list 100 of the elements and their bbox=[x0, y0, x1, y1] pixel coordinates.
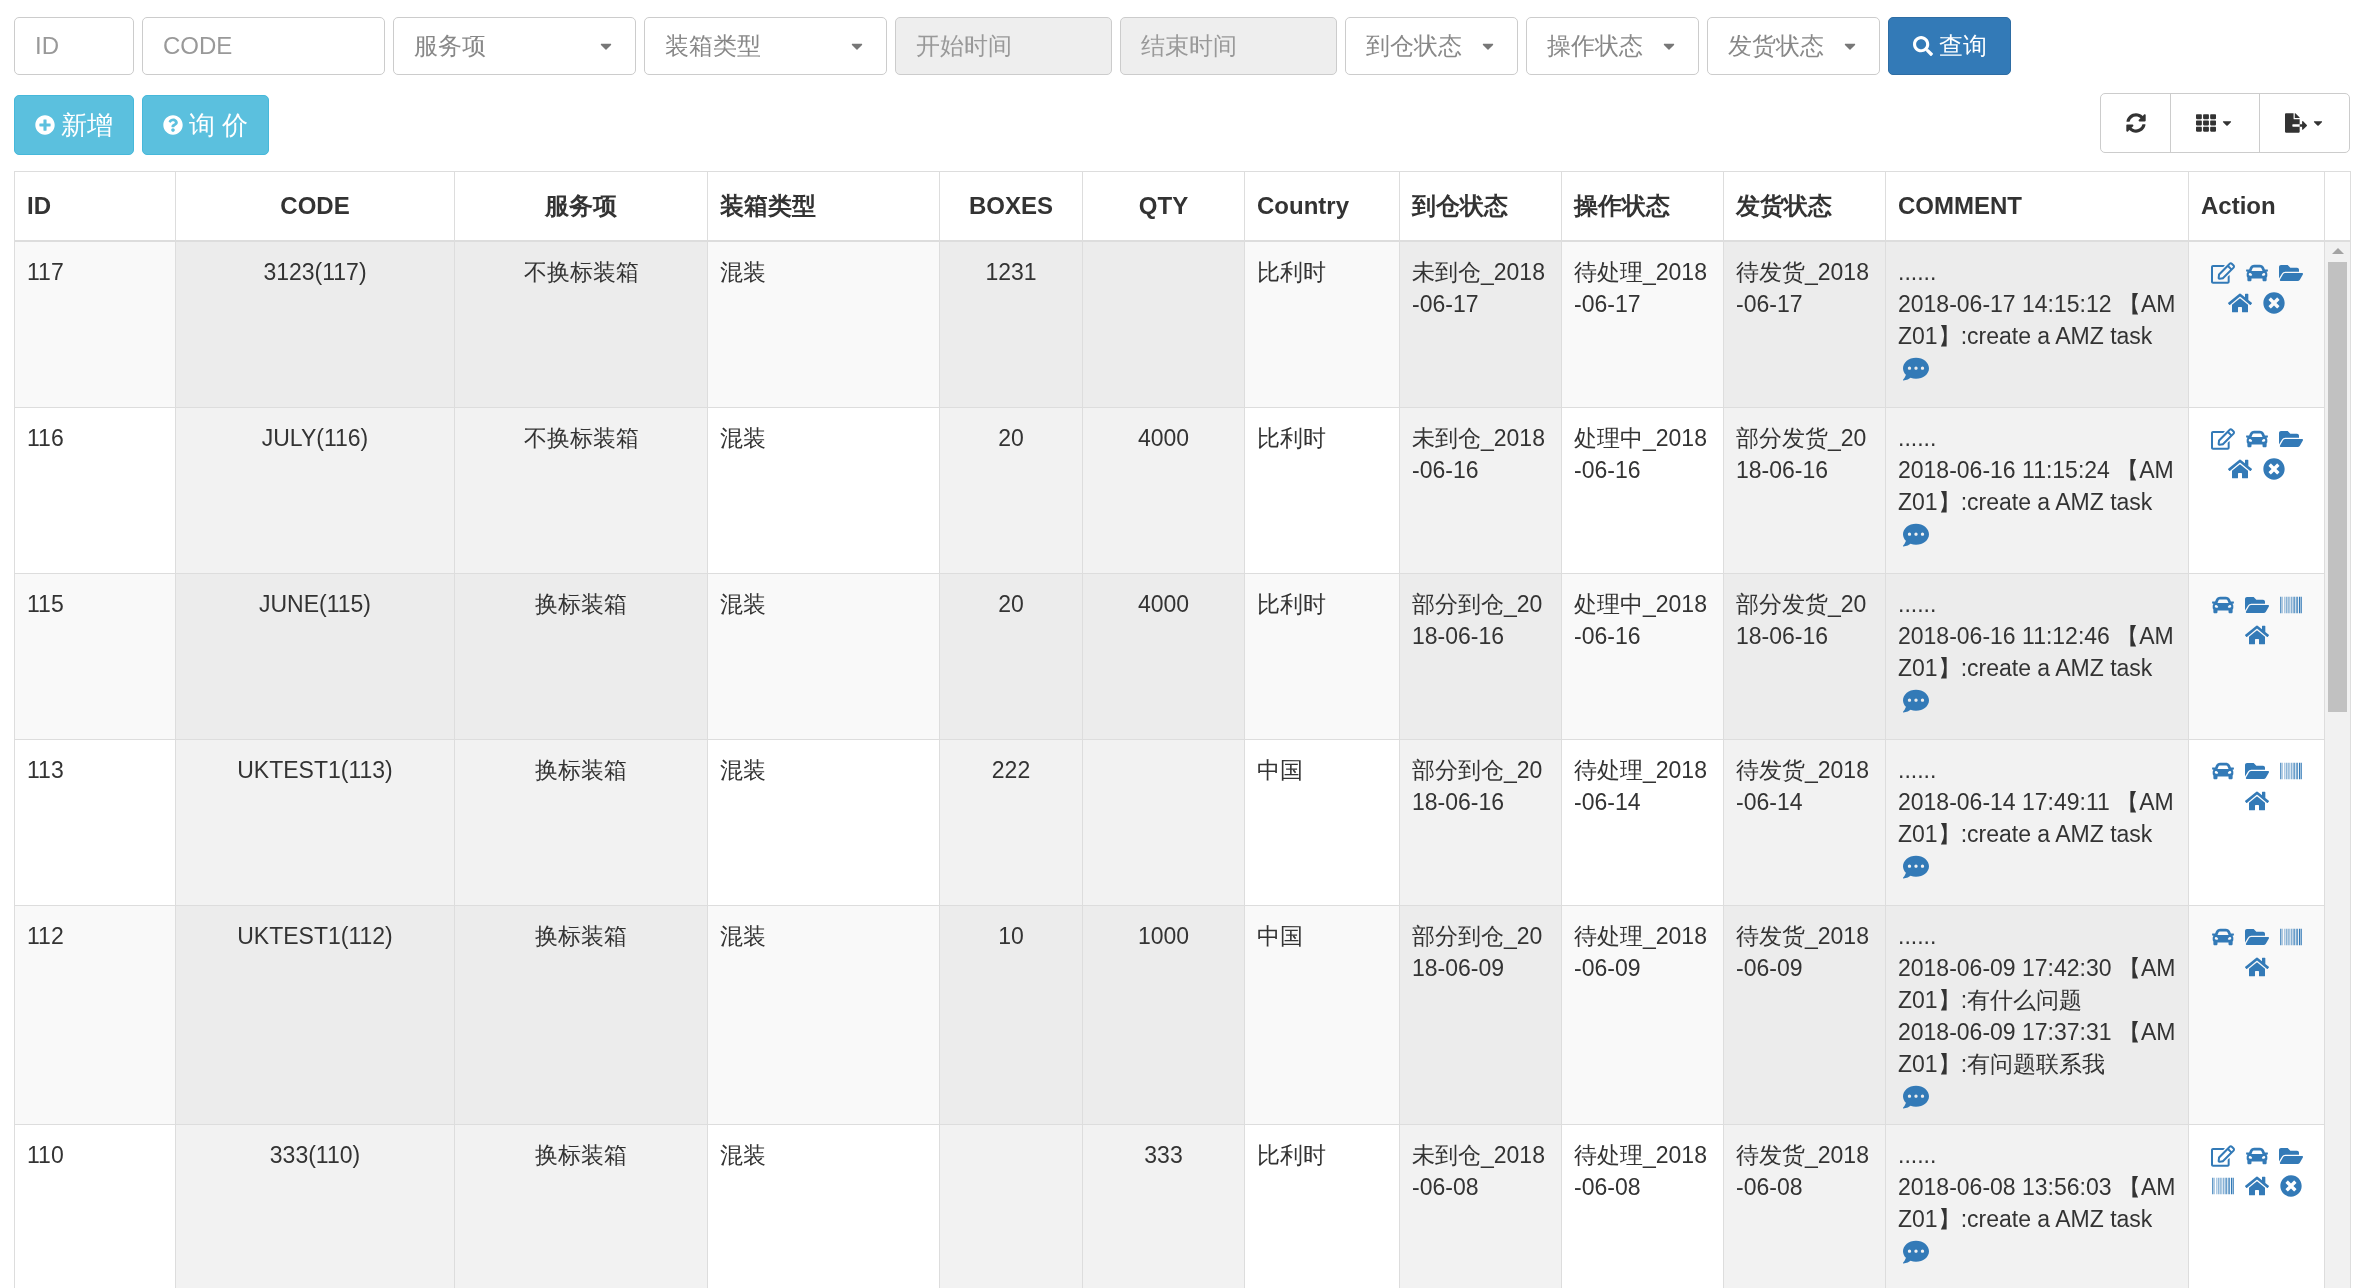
table-cell: 113 bbox=[15, 740, 176, 905]
folder-icon[interactable] bbox=[2244, 926, 2269, 948]
barcode-icon[interactable] bbox=[2278, 926, 2303, 948]
home-icon[interactable] bbox=[2244, 956, 2269, 978]
comment-text: ...... bbox=[1898, 590, 1938, 619]
select-dropdown[interactable]: 操作状态 bbox=[1526, 17, 1699, 75]
column-header: ID bbox=[15, 172, 176, 240]
table-cell: 待处理_2018-06-09 bbox=[1562, 906, 1724, 1124]
car-icon[interactable] bbox=[2244, 428, 2269, 450]
table-cell: 未到仓_2018-06-16 bbox=[1400, 408, 1562, 573]
folder-icon[interactable] bbox=[2278, 262, 2303, 284]
column-header: CODE bbox=[176, 172, 455, 240]
column-header: COMMENT bbox=[1886, 172, 2189, 240]
table-cell: 混装 bbox=[708, 574, 940, 739]
close-icon[interactable] bbox=[2261, 292, 2286, 314]
table-cell: 部分发货_2018-06-16 bbox=[1724, 574, 1886, 739]
folder-icon[interactable] bbox=[2244, 760, 2269, 782]
comment-text: 2018-06-09 17:37:31 【AMZ01】:有问题联系我 bbox=[1898, 1018, 2176, 1079]
close-icon[interactable] bbox=[2278, 1175, 2303, 1197]
inquiry-button[interactable]: 询 价 bbox=[142, 95, 270, 155]
table-cell: 4000 bbox=[1083, 408, 1245, 573]
barcode-icon[interactable] bbox=[2278, 594, 2303, 616]
table-cell: 比利时 bbox=[1245, 408, 1400, 573]
comment-text: 2018-06-08 13:56:03 【AMZ01】:create a AMZ task bbox=[1898, 1173, 2176, 1234]
car-icon[interactable] bbox=[2210, 926, 2235, 948]
table-cell: 比利时 bbox=[1245, 242, 1400, 407]
car-icon[interactable] bbox=[2210, 594, 2235, 616]
date-field[interactable]: 开始时间 bbox=[895, 17, 1112, 75]
table-cell: 1231 bbox=[940, 242, 1083, 407]
car-icon[interactable] bbox=[2244, 262, 2269, 284]
table-cell: 1000 bbox=[1083, 906, 1245, 1124]
folder-icon[interactable] bbox=[2278, 1145, 2303, 1167]
car-icon[interactable] bbox=[2244, 1145, 2269, 1167]
column-header: 装箱类型 bbox=[708, 172, 940, 240]
table-cell: 混装 bbox=[708, 408, 940, 573]
comment-icon[interactable] bbox=[1902, 356, 1930, 382]
add-button[interactable]: 新增 bbox=[14, 95, 134, 155]
table-cell: 未到仓_2018-06-08 bbox=[1400, 1125, 1562, 1288]
table-cell: 333 bbox=[1083, 1125, 1245, 1288]
search-icon bbox=[1912, 36, 1933, 56]
table-cell: 换标装箱 bbox=[455, 740, 708, 905]
comment-text: ...... bbox=[1898, 1141, 1938, 1170]
comment-icon[interactable] bbox=[1902, 854, 1930, 880]
table-cell: 待发货_2018-06-17 bbox=[1724, 242, 1886, 407]
plus-icon bbox=[35, 115, 55, 135]
table-cell: 混装 bbox=[708, 740, 940, 905]
edit-icon[interactable] bbox=[2210, 428, 2235, 450]
table-cell: 3123(117) bbox=[176, 242, 455, 407]
select-dropdown[interactable]: 装箱类型 bbox=[644, 17, 887, 75]
input-field[interactable]: CODE bbox=[142, 17, 385, 75]
table-cell: 117 bbox=[15, 242, 176, 407]
home-icon[interactable] bbox=[2244, 624, 2269, 646]
date-field[interactable]: 结束时间 bbox=[1120, 17, 1337, 75]
comment-text: 2018-06-16 11:12:46 【AMZ01】:create a AMZ task bbox=[1898, 622, 2175, 683]
barcode-icon[interactable] bbox=[2210, 1175, 2235, 1197]
comment-text: ...... bbox=[1898, 922, 1938, 951]
home-icon[interactable] bbox=[2227, 458, 2252, 480]
select-dropdown[interactable]: 发货状态 bbox=[1707, 17, 1880, 75]
search-button[interactable]: 查询 bbox=[1888, 17, 2011, 75]
table-cell: 4000 bbox=[1083, 574, 1245, 739]
scrollbar[interactable] bbox=[2325, 242, 2350, 1288]
car-icon[interactable] bbox=[2210, 760, 2235, 782]
table-cell: 部分发货_2018-06-16 bbox=[1724, 408, 1886, 573]
column-header: Action bbox=[2189, 172, 2325, 240]
edit-icon[interactable] bbox=[2210, 262, 2235, 284]
column-header: 服务项 bbox=[455, 172, 708, 240]
comment-icon[interactable] bbox=[1902, 688, 1930, 714]
comment-text: 2018-06-09 17:42:30 【AMZ01】:有什么问题 bbox=[1898, 954, 2176, 1015]
table-cell: 混装 bbox=[708, 242, 940, 407]
table-cell: 混装 bbox=[708, 1125, 940, 1288]
home-icon[interactable] bbox=[2244, 1175, 2269, 1197]
table-cell: 部分到仓_2018-06-09 bbox=[1400, 906, 1562, 1124]
comment-icon[interactable] bbox=[1902, 1084, 1930, 1110]
table-cell: 待发货_2018-06-09 bbox=[1724, 906, 1886, 1124]
table-cell: 112 bbox=[15, 906, 176, 1124]
table-cell: 333(110) bbox=[176, 1125, 455, 1288]
comment-text: 2018-06-16 11:15:24 【AMZ01】:create a AMZ task bbox=[1898, 456, 2175, 517]
barcode-icon[interactable] bbox=[2278, 760, 2303, 782]
comment-icon[interactable] bbox=[1902, 522, 1930, 548]
comment-icon[interactable] bbox=[1902, 1239, 1930, 1265]
select-dropdown[interactable]: 服务项 bbox=[393, 17, 636, 75]
close-icon[interactable] bbox=[2261, 458, 2286, 480]
folder-icon[interactable] bbox=[2244, 594, 2269, 616]
table-cell: 换标装箱 bbox=[455, 906, 708, 1124]
input-field[interactable]: ID bbox=[14, 17, 134, 75]
select-dropdown[interactable]: 到仓状态 bbox=[1345, 17, 1518, 75]
comment-text: 2018-06-17 14:15:12 【AMZ01】:create a AMZ task bbox=[1898, 290, 2176, 351]
table-cell: JULY(116) bbox=[176, 408, 455, 573]
table-cell: 部分到仓_2018-06-16 bbox=[1400, 740, 1562, 905]
table-cell: 混装 bbox=[708, 906, 940, 1124]
table-cell: 待处理_2018-06-08 bbox=[1562, 1125, 1724, 1288]
table-cell: 比利时 bbox=[1245, 574, 1400, 739]
grid-icon bbox=[2196, 113, 2216, 133]
table-cell: 处理中_2018-06-16 bbox=[1562, 574, 1724, 739]
edit-icon[interactable] bbox=[2210, 1145, 2235, 1167]
home-icon[interactable] bbox=[2227, 292, 2252, 314]
table-cell: 110 bbox=[15, 1125, 176, 1288]
folder-icon[interactable] bbox=[2278, 428, 2303, 450]
table-cell: 116 bbox=[15, 408, 176, 573]
home-icon[interactable] bbox=[2244, 790, 2269, 812]
